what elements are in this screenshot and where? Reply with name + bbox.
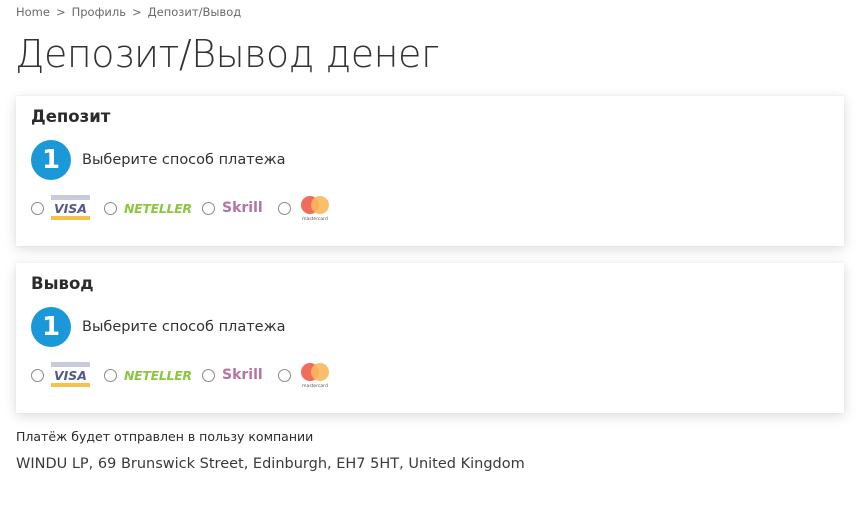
breadcrumb-separator: > [132,5,142,19]
withdraw-card: Вывод 1 Выберите способ платежа VISA NET… [16,263,844,413]
deposit-method-skrill[interactable]: Skrill [202,200,264,216]
withdraw-skrill-radio[interactable] [202,368,215,382]
breadcrumb-current: Депозит/Вывод [147,5,242,19]
deposit-method-mastercard[interactable]: mastercard [278,194,332,222]
withdraw-visa-radio[interactable] [31,368,44,382]
deposit-card: Депозит 1 Выберите способ платежа VISA N… [16,96,844,246]
withdraw-method-skrill[interactable]: Skrill [202,367,264,383]
breadcrumb-home-link[interactable]: Home [16,5,50,19]
breadcrumb-profile-link[interactable]: Профиль [72,5,126,19]
neteller-logo-icon: NETELLER [124,367,192,383]
visa-logo-text: VISA [54,201,87,216]
deposit-visa-radio[interactable] [31,201,44,215]
skrill-logo-icon: Skrill [222,367,263,383]
mastercard-logo-icon: mastercard [298,361,332,389]
deposit-method-neteller[interactable]: NETELLER [104,200,192,216]
skrill-logo-icon: Skrill [222,200,263,216]
deposit-neteller-radio[interactable] [104,201,117,215]
visa-logo-icon: VISA [51,195,90,221]
mastercard-logo-text: mastercard [302,383,328,389]
neteller-logo-icon: NETELLER [124,200,192,216]
withdraw-title: Вывод [31,274,94,293]
step-label: Выберите способ платежа [82,319,286,335]
breadcrumb-separator: > [55,5,66,19]
breadcrumb: Home > Профиль > Депозит/Вывод [16,5,241,19]
step-number-badge: 1 [31,140,71,180]
deposit-mastercard-radio[interactable] [278,201,291,215]
step-label: Выберите способ платежа [82,152,286,168]
step-number-badge: 1 [31,307,71,347]
page-title: Депозит/Вывод денег [15,32,440,76]
withdraw-payment-methods: VISA NETELLER Skrill mastercard [31,361,346,389]
deposit-method-visa[interactable]: VISA [31,195,90,221]
withdraw-mastercard-radio[interactable] [278,368,291,382]
deposit-skrill-radio[interactable] [202,201,215,215]
visa-logo-icon: VISA [51,362,90,388]
deposit-title: Депозит [31,107,111,126]
withdraw-neteller-radio[interactable] [104,368,117,382]
withdraw-step: 1 Выберите способ платежа [31,307,286,347]
deposit-payment-methods: VISA NETELLER Skrill mastercard [31,194,346,222]
deposit-step: 1 Выберите способ платежа [31,140,286,180]
visa-logo-text: VISA [54,368,87,383]
mastercard-logo-icon: mastercard [298,194,332,222]
withdraw-method-neteller[interactable]: NETELLER [104,367,192,383]
withdraw-method-visa[interactable]: VISA [31,362,90,388]
payment-recipient-note: Платёж будет отправлен в пользу компании [16,429,314,444]
company-address: WINDU LP, 69 Brunswick Street, Edinburgh… [16,456,525,472]
mastercard-logo-text: mastercard [302,216,328,222]
withdraw-method-mastercard[interactable]: mastercard [278,361,332,389]
